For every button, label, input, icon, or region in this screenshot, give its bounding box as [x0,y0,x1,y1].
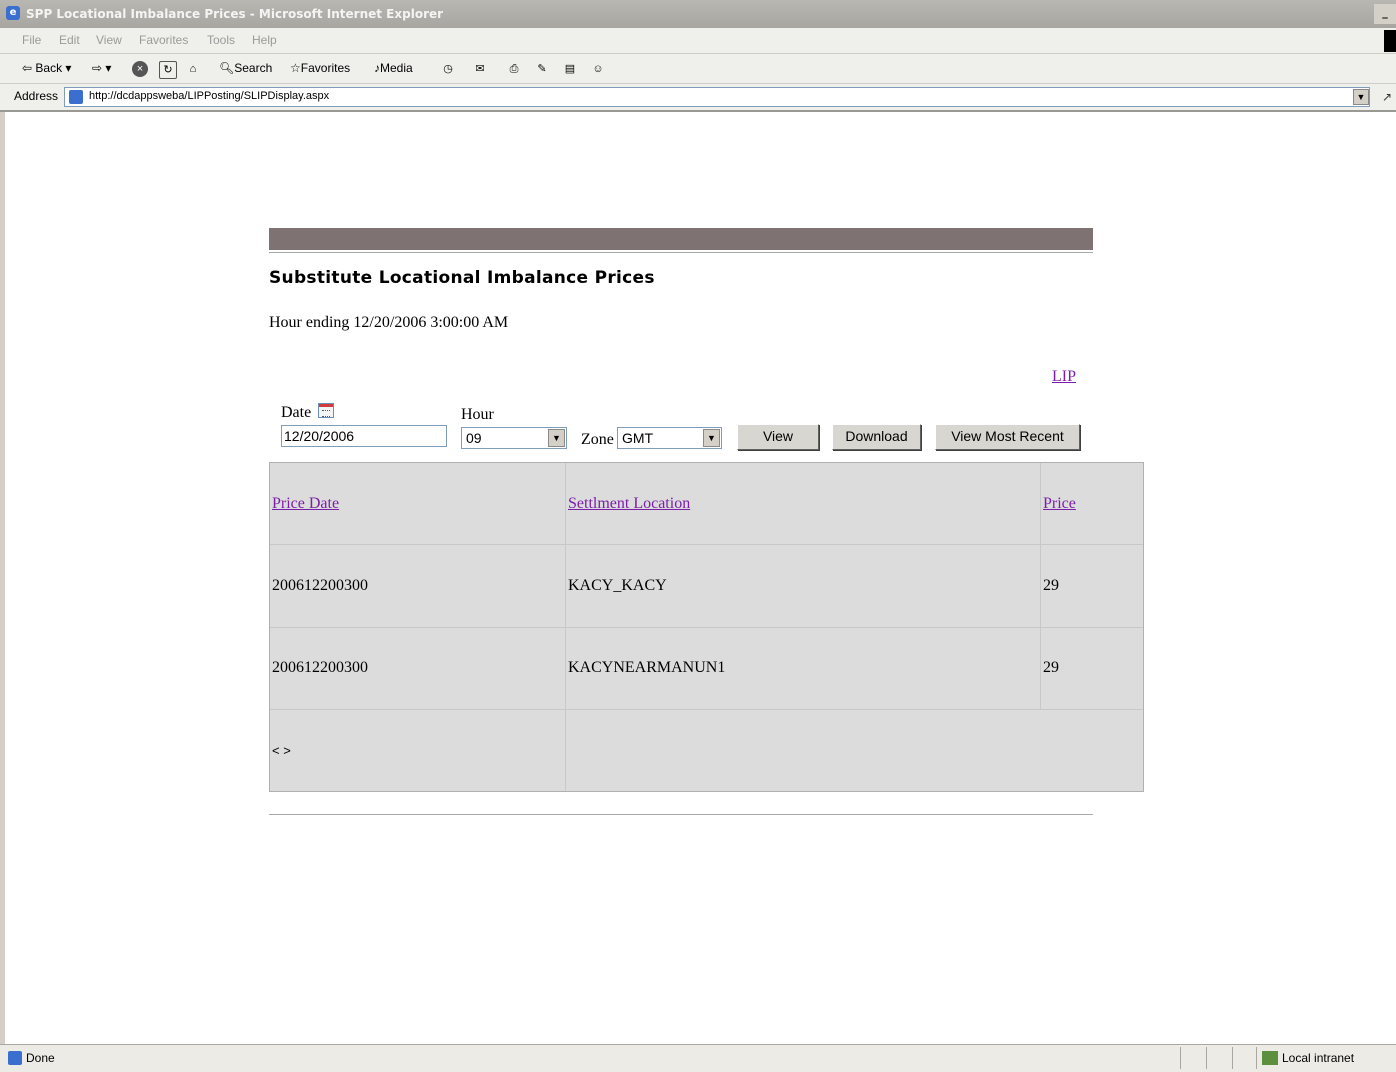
row-divider [270,709,1143,710]
address-dropdown-icon[interactable]: ▼ [1353,89,1369,105]
favorites-label: Favorites [300,61,351,75]
row-divider [270,627,1143,628]
mail-icon[interactable]: ✉ [472,61,488,77]
zone-select-value: GMT [622,430,654,446]
messenger-icon[interactable]: ☺ [590,61,606,77]
window-title: SPP Locational Imbalance Prices - Micros… [26,7,444,21]
status-separator [1232,1047,1233,1069]
zone-label: Zone [581,431,614,448]
window-title-bar: e SPP Locational Imbalance Prices - Micr… [0,0,1396,28]
home-icon[interactable]: ⌂ [185,61,201,77]
header-banner [269,228,1093,250]
zone-select[interactable]: GMT ▼ [617,427,722,449]
chevron-down-icon[interactable]: ▼ [548,429,565,447]
cell-price-date: 200612200300 [272,577,368,594]
cell-location: KACY_KACY [568,577,667,594]
page-icon [69,90,83,104]
header-divider [269,252,1093,253]
date-label: Date [281,404,312,421]
standard-toolbar: ⇦ Back ▾ ⇨ ▾ × ↻ ⌂ 🔍︎Search ☆Favorites ♪… [0,54,1396,84]
status-separator [1180,1047,1181,1069]
cell-price: 29 [1043,577,1059,594]
back-label: Back [35,61,63,75]
menu-edit[interactable]: Edit [59,33,80,47]
throbber [1384,30,1396,52]
hour-label: Hour [461,406,494,423]
menu-bar: File Edit View Favorites Tools Help [0,28,1396,54]
prices-table: Price Date Settlment Location Price 2006… [269,462,1144,792]
security-zone: Local intranet [1282,1051,1355,1065]
menu-file[interactable]: File [22,33,41,47]
address-url: http://dcdappsweba/LIPPosting/SLIPDispla… [89,90,330,102]
back-button[interactable]: ⇦ Back ▾ [22,61,71,75]
download-button[interactable]: Download [832,424,921,450]
history-icon[interactable]: ◷ [440,61,456,77]
column-divider [565,463,566,791]
cell-location: KACYNEARMANUN1 [568,659,726,676]
go-icon[interactable]: ↗ [1382,90,1392,104]
menu-help[interactable]: Help [252,33,277,47]
status-bar: Done Local intranet [0,1044,1396,1072]
media-button[interactable]: ♪Media [374,61,413,75]
view-button[interactable]: View [737,424,819,450]
pager-links[interactable]: < > [272,743,291,758]
address-label: Address [14,89,59,103]
page-done-icon [8,1051,22,1065]
menu-favorites[interactable]: Favorites [139,33,188,47]
date-input[interactable] [281,425,447,447]
column-divider [1040,463,1041,709]
discuss-icon[interactable]: ▤ [562,61,578,77]
page-title: Substitute Locational Imbalance Prices [269,268,655,288]
menu-tools[interactable]: Tools [207,33,235,47]
calendar-icon[interactable] [318,403,334,418]
refresh-icon[interactable]: ↻ [159,61,177,79]
cell-price: 29 [1043,659,1059,676]
header-price-date[interactable]: Price Date [272,495,339,513]
address-bar: Address http://dcdappsweba/LIPPosting/SL… [0,84,1396,112]
cell-price-date: 200612200300 [272,659,368,676]
search-button[interactable]: 🔍︎Search [219,61,272,75]
intranet-icon [1262,1051,1278,1065]
edit-icon[interactable]: ✎ [534,61,550,77]
hour-ending-text: Hour ending 12/20/2006 3:00:00 AM [269,314,509,331]
favorites-button[interactable]: ☆Favorites [290,61,350,75]
hour-select[interactable]: 09 ▼ [461,427,567,449]
minimize-icon[interactable]: _ [1374,4,1396,24]
status-separator [1256,1047,1257,1069]
footer-divider [269,814,1093,815]
ie-logo-icon: e [6,6,20,20]
view-most-recent-button[interactable]: View Most Recent [935,424,1080,450]
lip-link[interactable]: LIP [1052,368,1076,386]
row-divider [270,544,1143,545]
menu-view[interactable]: View [96,33,122,47]
header-price[interactable]: Price [1043,495,1076,513]
forward-button[interactable]: ⇨ ▾ [92,61,111,75]
header-settlement-location[interactable]: Settlment Location [568,495,690,513]
search-label: Search [234,61,273,75]
window-left-edge [0,112,5,1044]
status-separator [1206,1047,1207,1069]
print-icon[interactable]: ⎙ [506,61,522,77]
hour-select-value: 09 [466,430,482,446]
chevron-down-icon[interactable]: ▼ [703,429,720,447]
address-input[interactable]: http://dcdappsweba/LIPPosting/SLIPDispla… [64,87,1370,107]
status-text: Done [26,1051,55,1065]
media-label: Media [380,61,413,75]
stop-icon[interactable]: × [132,61,148,77]
